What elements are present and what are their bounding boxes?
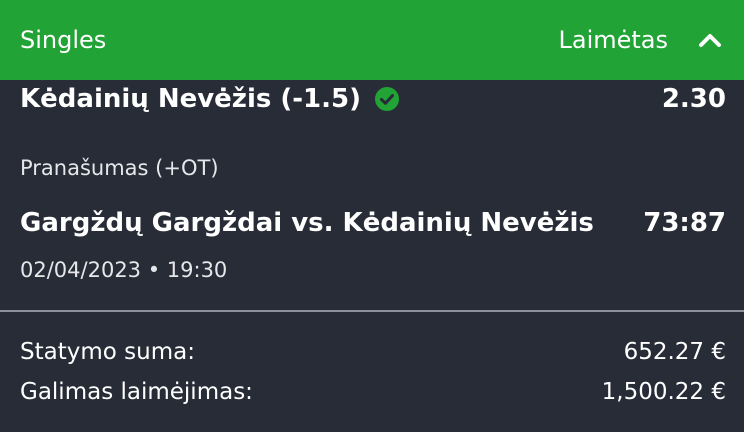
- odds-value: 2.30: [661, 84, 726, 114]
- selection-row: Kėdainių Nevėžis (-1.5) 2.30: [20, 79, 726, 119]
- event-name: Gargždų Gargždai vs. Kėdainių Nevėžis: [20, 208, 594, 238]
- check-circle-icon: [375, 87, 399, 111]
- header-right: Laimėtas: [558, 26, 722, 54]
- stake-value: 652.27 €: [623, 339, 726, 365]
- potential-win-value: 1,500.22 €: [601, 379, 726, 405]
- stake-row: Statymo suma: 652.27 €: [20, 335, 726, 369]
- bet-header[interactable]: Singles Laimėtas: [0, 0, 744, 80]
- potential-win-row: Galimas laimėjimas: 1,500.22 €: [20, 375, 726, 409]
- chevron-up-icon[interactable]: [698, 32, 722, 48]
- bet-slip-card: Singles Laimėtas Kėdainių Nevėžis (-1.5)…: [0, 0, 744, 432]
- potential-win-label: Galimas laimėjimas:: [20, 379, 253, 405]
- divider: [0, 310, 744, 312]
- market-name: Pranašumas (+OT): [20, 156, 219, 180]
- stake-label: Statymo suma:: [20, 339, 195, 365]
- bet-type-title: Singles: [20, 26, 107, 54]
- selection: Kėdainių Nevėžis (-1.5): [20, 84, 399, 114]
- final-score: 73:87: [643, 208, 726, 238]
- selection-name: Kėdainių Nevėžis (-1.5): [20, 84, 361, 114]
- event-row: Gargždų Gargždai vs. Kėdainių Nevėžis 73…: [20, 203, 726, 243]
- event-datetime: 02/04/2023 • 19:30: [20, 258, 228, 282]
- bet-status: Laimėtas: [558, 26, 668, 54]
